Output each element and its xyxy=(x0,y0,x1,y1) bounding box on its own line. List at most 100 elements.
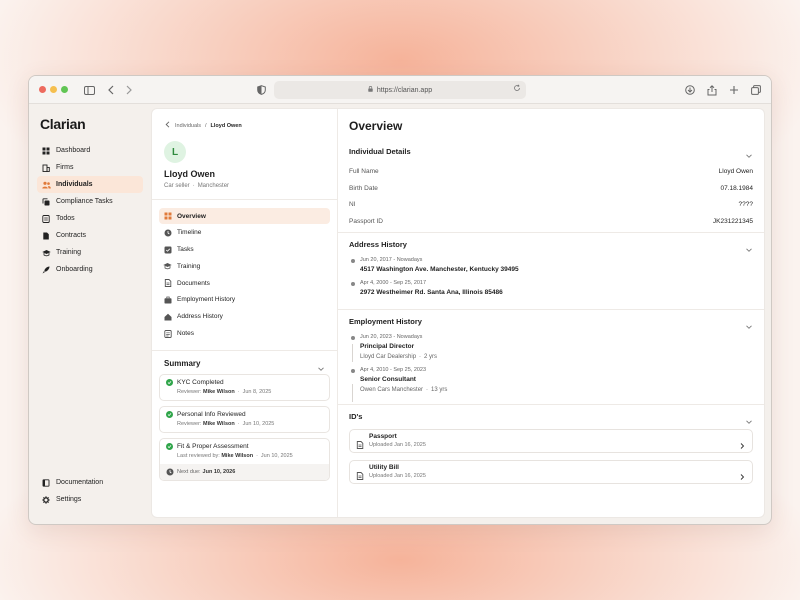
profile-role: Car seller · Manchester xyxy=(164,183,337,189)
detail-key: NI xyxy=(349,201,356,209)
id-document-passport[interactable]: Passport Uploaded Jan 16, 2025 xyxy=(349,428,753,453)
back-chevron-icon[interactable] xyxy=(165,121,170,130)
summary-card-reviewer: Last reviewed by: Mike Wilson · Jun 10, 20… xyxy=(177,453,323,459)
sidebar-item-dashboard[interactable]: Dashboard xyxy=(37,142,143,159)
book-icon xyxy=(41,478,51,488)
tab-training[interactable]: Training xyxy=(159,258,330,274)
individual-details-header[interactable]: Individual Details xyxy=(349,139,753,163)
id-document-utility-bill[interactable]: Utility Bill Uploaded Jan 16, 2025 xyxy=(349,459,753,484)
sidebar-item-documentation[interactable]: Documentation xyxy=(37,474,143,491)
document-name: Utility Bill xyxy=(369,464,399,472)
sidebar-item-individuals[interactable]: Individuals xyxy=(37,176,143,193)
address-text: 2972 Westheimer Rd. Santa Ana, Illinois … xyxy=(360,288,503,296)
overview-column: Overview Individual Details Full Name Ll… xyxy=(338,109,764,517)
tab-tasks[interactable]: Tasks xyxy=(159,242,330,258)
ids-header[interactable]: ID's xyxy=(349,405,753,429)
maximize-window-button[interactable] xyxy=(61,86,68,93)
summary-header[interactable]: Summary xyxy=(152,351,337,374)
logo-text: Clarian xyxy=(40,116,86,132)
main-panel: Individuals / Lloyd Owen L Lloyd Owen Ca… xyxy=(151,108,765,518)
employment-item: Apr 4, 2010 - Sep 25, 2023 Senior Consul… xyxy=(351,366,753,393)
chevron-right-icon[interactable] xyxy=(738,437,746,449)
minimize-window-button[interactable] xyxy=(50,86,57,93)
location-text: Manchester xyxy=(197,183,230,189)
chevron-down-icon[interactable] xyxy=(745,147,753,158)
tabs-overview-icon[interactable] xyxy=(748,82,764,98)
address-text: 4517 Washington Ave. Manchester, Kentuck… xyxy=(360,265,519,273)
sidebar-item-label: Documentation xyxy=(56,479,104,486)
reload-icon[interactable] xyxy=(513,84,521,94)
detail-rows: Full Name Lloyd Owen Birth Date 07.18.19… xyxy=(349,163,753,232)
tab-documents[interactable]: Documents xyxy=(159,275,330,291)
reviewer-name: Mike Wilson xyxy=(202,421,235,428)
address-bar[interactable]: https://clarian.app xyxy=(274,81,526,99)
chevron-right-icon[interactable] xyxy=(738,468,746,480)
employment-company: Lloyd Car Dealership · 2 yrs xyxy=(360,354,753,360)
forward-icon[interactable] xyxy=(121,82,137,98)
back-icon[interactable] xyxy=(103,82,119,98)
breadcrumb: Individuals / Lloyd Owen xyxy=(152,109,337,130)
tab-notes[interactable]: Notes xyxy=(159,326,330,342)
url-text: https://clarian.app xyxy=(376,86,433,94)
tab-address-history[interactable]: Address History xyxy=(159,309,330,325)
sidebar-item-compliance-tasks[interactable]: Compliance Tasks xyxy=(37,193,143,210)
sidebar-item-contracts[interactable]: Contracts xyxy=(37,227,143,244)
employment-history-header[interactable]: Employment History xyxy=(349,310,753,334)
clarian-logo[interactable]: Clarian xyxy=(40,116,143,132)
sidebar-item-label: Contracts xyxy=(56,232,86,239)
detail-key: Passport ID xyxy=(349,217,383,225)
sidebar-item-label: Firms xyxy=(56,164,74,171)
separator: · xyxy=(237,421,240,428)
review-date: Jun 8, 2025 xyxy=(242,389,272,396)
ids-section: ID's Passport Uploaded Jan 16, 2025 Util… xyxy=(338,405,764,484)
summary-card[interactable]: Fit & Proper Assessment Last reviewed by… xyxy=(159,438,330,482)
file-icon xyxy=(41,231,51,241)
employment-company: Owen Cars Manchester · 13 yrs xyxy=(360,387,753,393)
employment-date: Apr 4, 2010 - Sep 25, 2023 xyxy=(360,366,427,373)
breadcrumb-parent[interactable]: Individuals xyxy=(175,123,201,129)
tab-label: Training xyxy=(177,262,201,270)
address-date: Jun 20, 2017 - Nowadays xyxy=(360,256,423,263)
document-icon xyxy=(163,279,172,288)
section-title: ID's xyxy=(349,412,363,422)
tab-timeline[interactable]: Timeline xyxy=(159,225,330,241)
shield-icon[interactable] xyxy=(253,82,269,98)
sidebar-item-onboarding[interactable]: Onboarding xyxy=(37,261,143,278)
download-icon[interactable] xyxy=(682,82,698,98)
sidebar-item-label: Todos xyxy=(56,215,75,222)
sidebar-item-training[interactable]: Training xyxy=(37,244,143,261)
browser-window: https://clarian.app Clarian Dashboard Fi… xyxy=(28,75,772,525)
close-window-button[interactable] xyxy=(39,86,46,93)
tab-overview[interactable]: Overview xyxy=(159,208,330,224)
chevron-down-icon[interactable] xyxy=(745,318,753,329)
sidebar-item-settings[interactable]: Settings xyxy=(37,491,143,508)
summary-card[interactable]: Personal Info Reviewed Reviewer: Mike Wi… xyxy=(159,406,330,434)
clock-icon xyxy=(163,228,172,237)
document-icon xyxy=(356,436,365,450)
ids-list: Passport Uploaded Jan 16, 2025 Utility B… xyxy=(349,428,753,484)
new-tab-icon[interactable] xyxy=(726,82,742,98)
address-history-header[interactable]: Address History xyxy=(349,233,753,257)
detail-value: ???? xyxy=(738,201,753,209)
home-icon xyxy=(163,312,172,321)
next-due: Next due: Jun 10, 2026 xyxy=(160,464,329,481)
reviewer-label: Reviewer: xyxy=(177,421,202,428)
chevron-down-icon[interactable] xyxy=(745,413,753,424)
notes-icon xyxy=(163,329,172,338)
share-icon[interactable] xyxy=(704,82,720,98)
sidebar-item-todos[interactable]: Todos xyxy=(37,210,143,227)
tab-employment-history[interactable]: Employment History xyxy=(159,292,330,308)
address-date: Apr 4, 2000 - Sep 25, 2017 xyxy=(360,279,427,286)
chevron-down-icon[interactable] xyxy=(317,360,325,371)
sidebar-toggle-icon[interactable] xyxy=(81,82,97,98)
address-history-section: Address History Jun 20, 2017 - Nowadays … xyxy=(338,233,764,310)
chevron-down-icon[interactable] xyxy=(745,241,753,252)
sidebar-bottom: Documentation Settings xyxy=(37,474,143,508)
employment-duration: 13 yrs xyxy=(431,386,448,393)
sidebar-item-label: Individuals xyxy=(56,181,93,188)
sidebar-item-firms[interactable]: Firms xyxy=(37,159,143,176)
employment-item: Jun 20, 2023 - Nowadays Principal Direct… xyxy=(351,334,753,360)
timeline-line xyxy=(352,343,353,362)
summary-card[interactable]: KYC Completed Reviewer: Mike Wilson · Jun … xyxy=(159,374,330,402)
company-name: Lloyd Car Dealership xyxy=(360,353,417,360)
